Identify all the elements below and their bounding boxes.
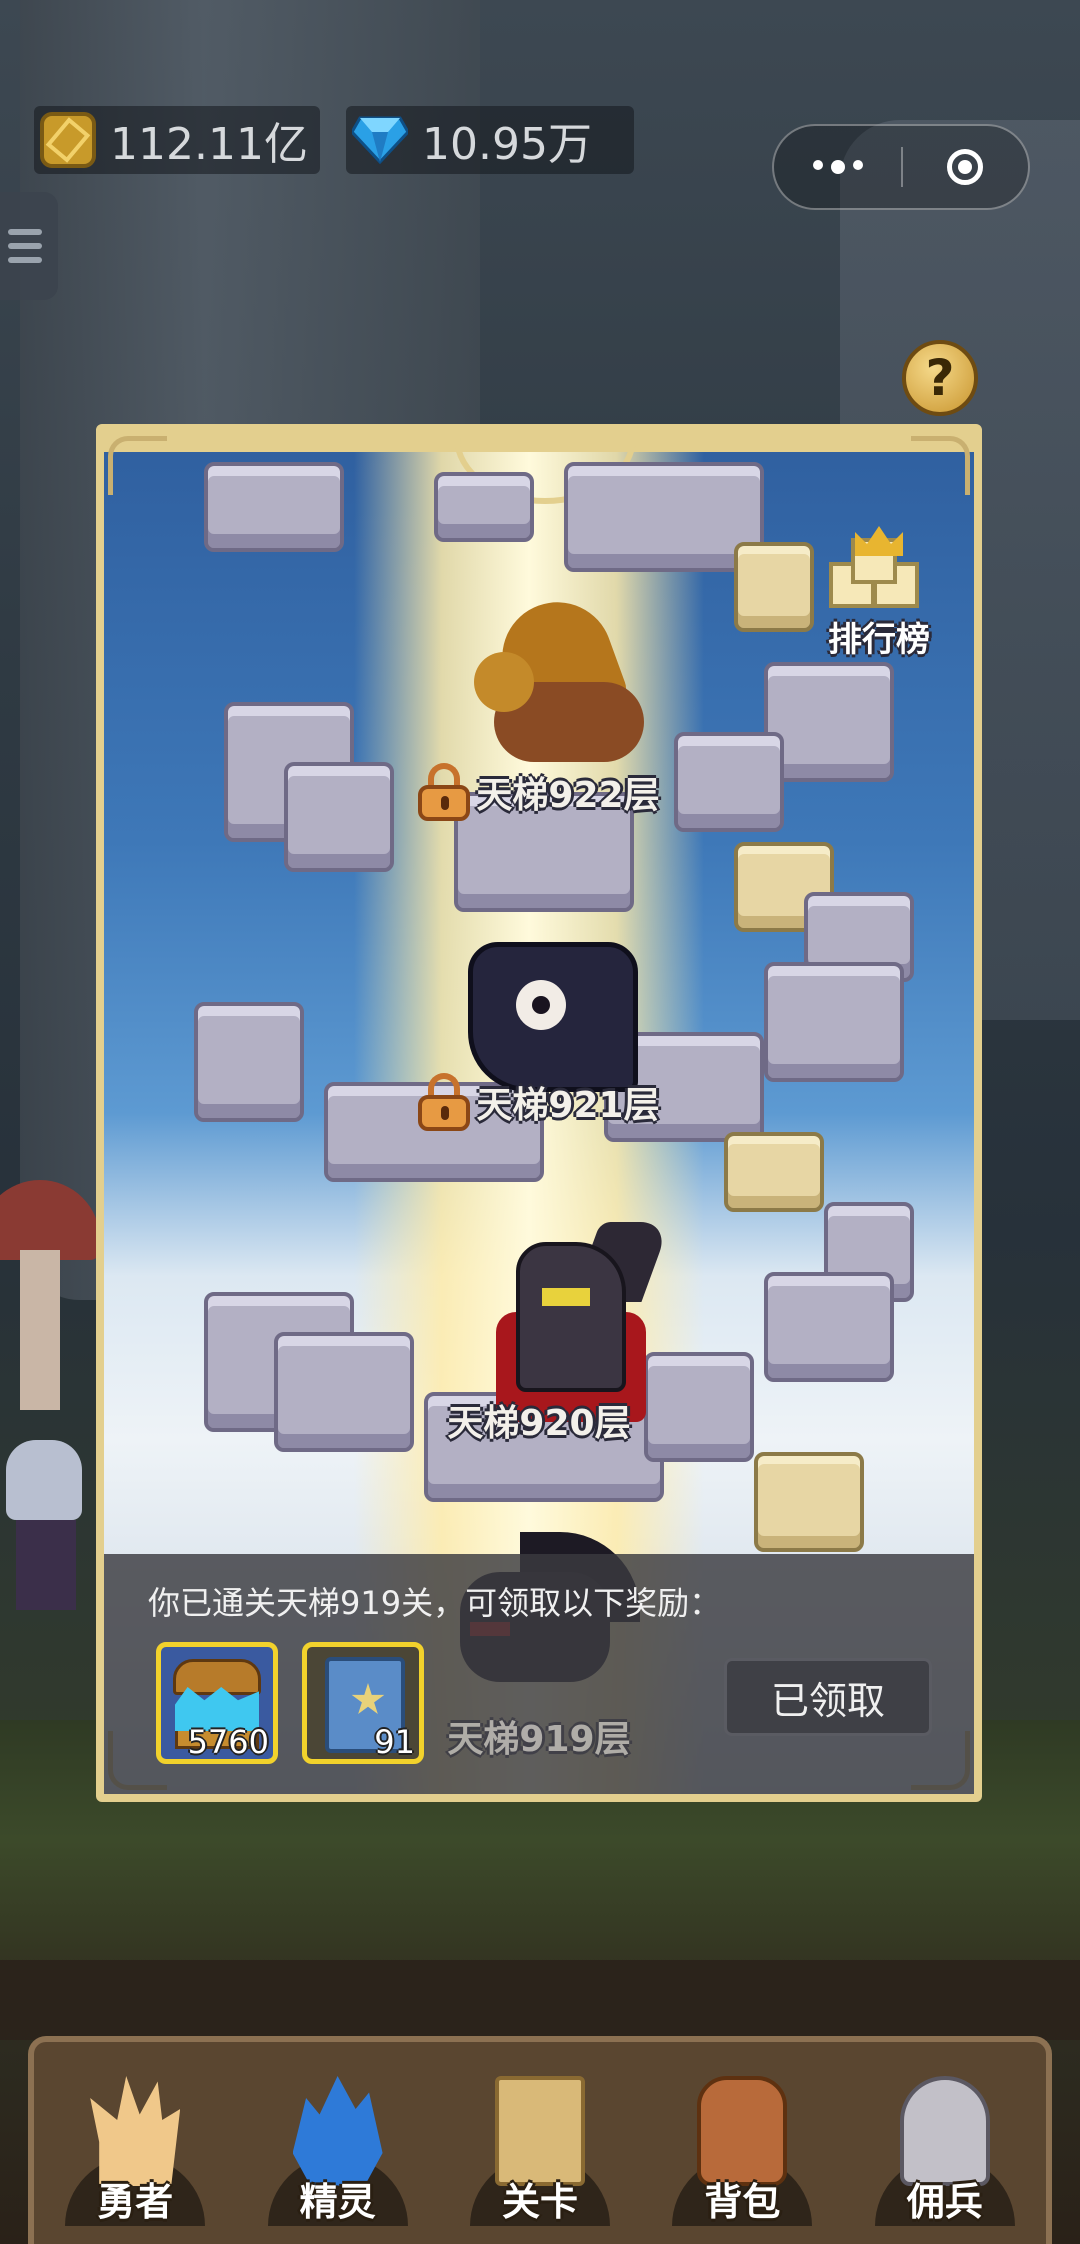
floor-label: 天梯922层 <box>476 775 660 816</box>
nav-label: 关卡 <box>501 2180 578 2224</box>
background-hero-character <box>0 1440 90 1640</box>
claimed-label: 已领取 <box>770 1678 885 1723</box>
background-mushroom <box>0 1180 100 1420</box>
help-button[interactable]: ? <box>902 340 978 416</box>
gold-value: 112.11亿 <box>110 119 308 170</box>
reward-message: 你已通关天梯919关，可领取以下奖励： <box>148 1584 722 1622</box>
nav-item-backpack[interactable]: 背包 <box>652 2046 832 2226</box>
diamond-counter: 10.95万 <box>346 106 634 174</box>
floating-rock <box>764 1272 894 1382</box>
leaderboard-icon <box>819 526 939 612</box>
nav-item-stage[interactable]: 关卡 <box>450 2046 630 2226</box>
diamond-icon <box>352 112 408 168</box>
floor-label: 天梯920层 <box>447 1403 631 1444</box>
nav-item-spirit[interactable]: 精灵 <box>248 2046 428 2226</box>
stage-map-icon <box>494 2076 585 2186</box>
more-options-button[interactable] <box>774 160 901 174</box>
nav-label: 精灵 <box>299 2180 376 2224</box>
ladder-floor-922[interactable]: 天梯922层 <box>104 762 974 822</box>
nav-item-mercenary[interactable]: 佣兵 <box>855 2046 1035 2226</box>
leaderboard-label: 排行榜 <box>828 620 930 660</box>
lock-icon <box>418 763 471 821</box>
floating-rock <box>434 472 534 542</box>
floating-rock <box>734 542 814 632</box>
nav-label: 勇者 <box>97 2180 174 2224</box>
lock-icon <box>418 1073 471 1131</box>
nav-item-hero[interactable]: 勇者 <box>45 2046 225 2226</box>
floor-label: 天梯919层 <box>447 1719 631 1760</box>
ladder-panel: 排行榜 天梯922层 天梯921层 天梯920层 你已通关天梯919关，可领取以… <box>96 424 982 1802</box>
background-ground-band <box>0 1960 1080 2040</box>
miniprogram-capsule <box>772 124 1030 210</box>
floating-rock <box>724 1132 824 1212</box>
hero-icon <box>90 2076 181 2186</box>
floating-rock <box>204 462 344 552</box>
close-icon <box>947 149 984 185</box>
gold-counter: 112.11亿 <box>34 106 320 174</box>
nav-label: 背包 <box>704 2180 781 2224</box>
side-menu-button[interactable] <box>0 192 58 300</box>
floor-label: 天梯921层 <box>476 1085 660 1126</box>
reward-bar: 你已通关天梯919关，可领取以下奖励： 5760 91 天梯919层 已领取 <box>104 1554 974 1794</box>
floating-rock <box>754 1452 864 1552</box>
help-icon: ? <box>925 349 955 407</box>
claimed-button[interactable]: 已领取 <box>724 1658 932 1736</box>
griffin-monster <box>464 586 664 772</box>
mercenary-icon <box>899 2076 990 2186</box>
bottom-nav: 勇者 精灵 关卡 背包 佣兵 <box>28 2036 1052 2244</box>
leaderboard-button[interactable]: 排行榜 <box>814 526 944 662</box>
gold-coin-icon <box>40 112 96 168</box>
diamond-value: 10.95万 <box>422 119 592 170</box>
backpack-icon <box>697 2076 788 2186</box>
spirit-icon <box>292 2076 383 2186</box>
nav-label: 佣兵 <box>906 2180 983 2224</box>
ladder-floor-920[interactable]: 天梯920层 <box>104 1390 974 1450</box>
ladder-floor-921[interactable]: 天梯921层 <box>104 1072 974 1132</box>
floating-rock <box>764 962 904 1082</box>
close-miniprogram-button[interactable] <box>903 149 1028 185</box>
